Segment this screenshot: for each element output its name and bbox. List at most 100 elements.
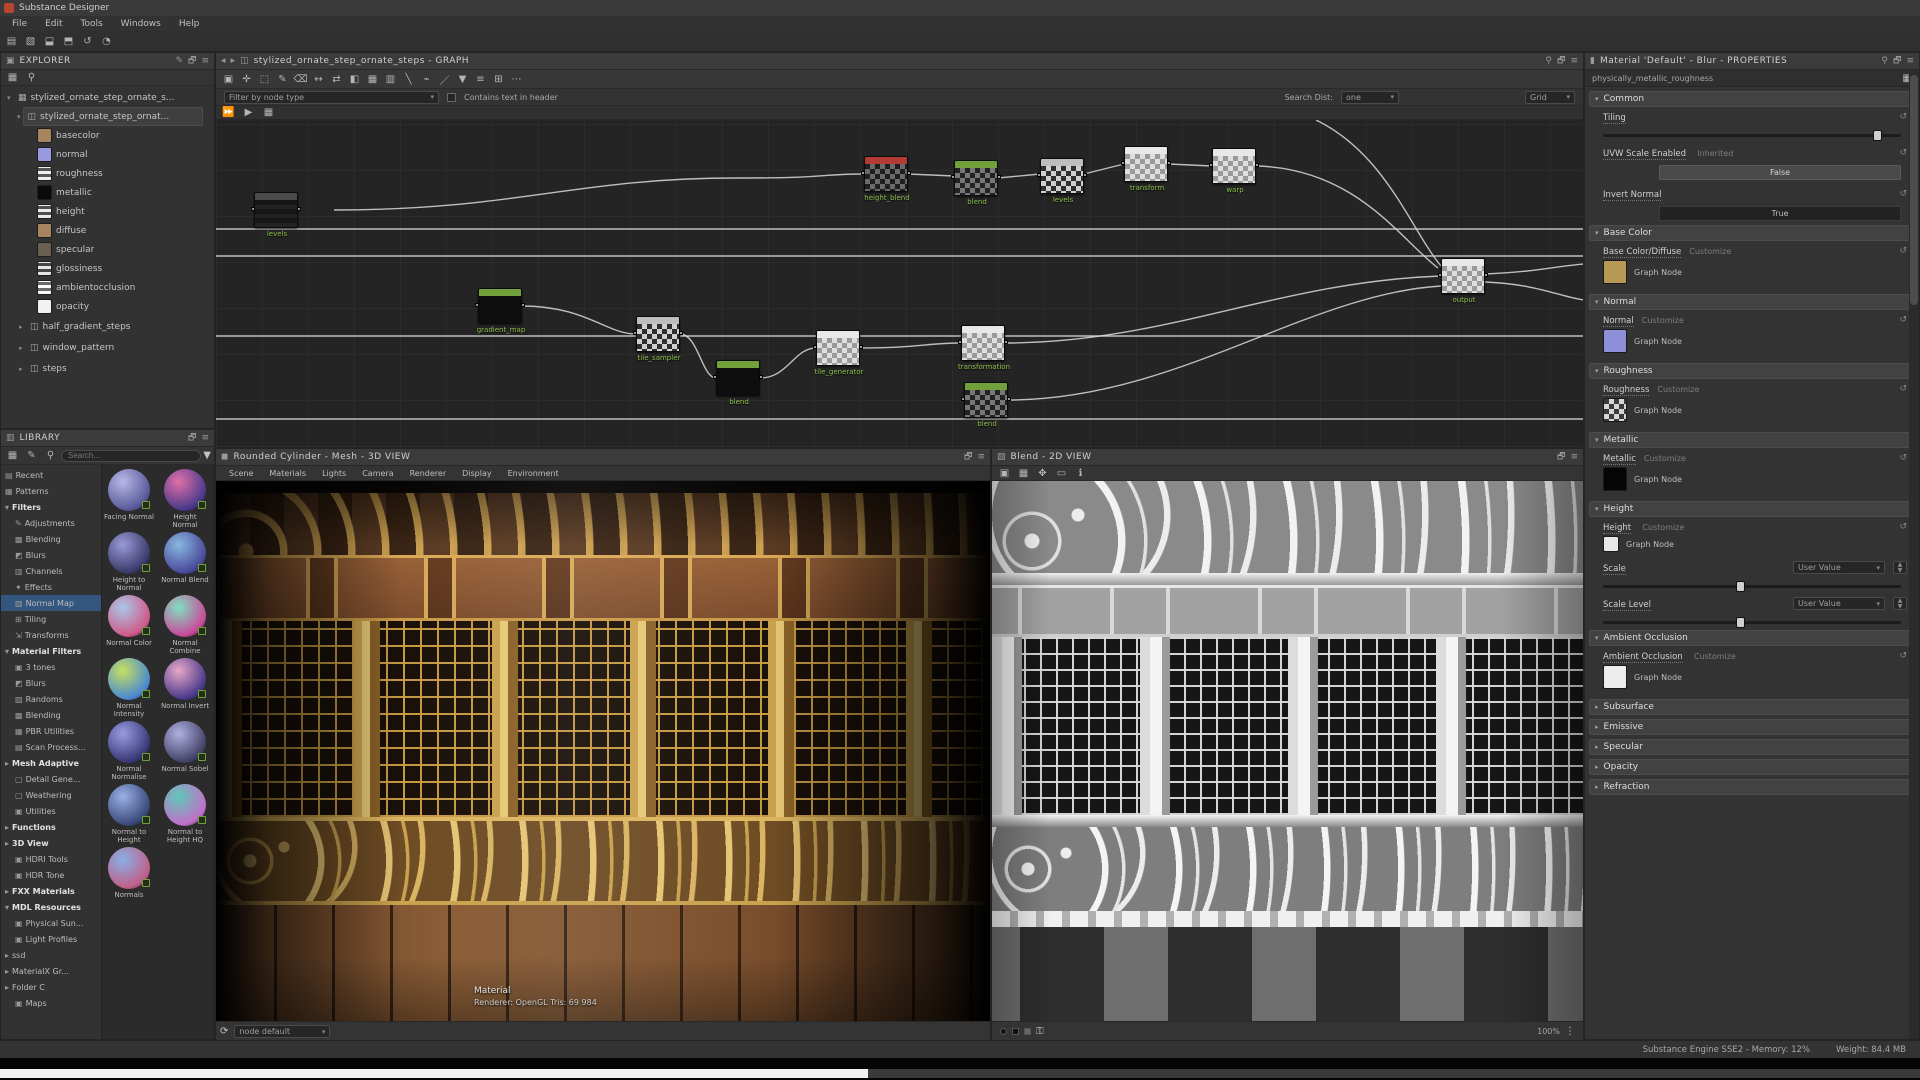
library-tree-item[interactable]: ▸MaterialX Gr...	[1, 963, 101, 979]
output-row[interactable]: specular	[3, 240, 214, 259]
link-icon[interactable]: ⚲	[23, 70, 40, 85]
library-tree-item[interactable]: ⇲Transforms	[1, 627, 101, 643]
dropdown-icon[interactable]: ▼	[454, 72, 471, 87]
library-tree-item[interactable]: ▣HDR Tone	[1, 867, 101, 883]
library-item[interactable]: Normals	[104, 847, 154, 908]
library-tree-item[interactable]: ▸Mesh Adaptive	[1, 755, 101, 771]
output-row[interactable]: diffuse	[3, 221, 214, 240]
library-tree-item[interactable]: ▤Recent	[1, 467, 101, 483]
float-panel-icon[interactable]: 🗗	[964, 449, 972, 465]
add-node-icon[interactable]: ✛	[238, 72, 255, 87]
channel-source[interactable]: Graph Node	[1634, 406, 1682, 415]
package-row[interactable]: ▾ ▦ stylized_ornate_step_ornate_s...	[3, 88, 214, 107]
library-item[interactable]: Facing Normal	[104, 469, 154, 530]
background-toggle[interactable]	[1012, 1028, 1019, 1035]
link-create-icon[interactable]: ╲	[400, 72, 417, 87]
library-item[interactable]: Normal to Height HQ	[160, 784, 210, 845]
scale-mode-select[interactable]: User Value▾	[1793, 561, 1885, 574]
frame-icon[interactable]: ⬚	[256, 72, 273, 87]
library-tree-item[interactable]: ▢Detail Gene...	[1, 771, 101, 787]
swap-icon[interactable]: ⇄	[328, 72, 345, 87]
height-scale-slider[interactable]	[1603, 585, 1901, 588]
edit-icon[interactable]: ✎	[175, 56, 183, 66]
help-icon[interactable]: ◔	[98, 34, 115, 49]
scale-stepper[interactable]: ▲▼	[1893, 561, 1907, 574]
snap-icon[interactable]: ◧	[346, 72, 363, 87]
menu-icon[interactable]: ≡	[977, 452, 985, 462]
view3d-menu-lights[interactable]: Lights	[315, 469, 353, 478]
menu-tools[interactable]: Tools	[73, 18, 111, 30]
library-tree-item[interactable]: ▸3D View	[1, 835, 101, 851]
channel-dot[interactable]	[1000, 1028, 1007, 1035]
level-stepper[interactable]: ▲▼	[1893, 597, 1907, 610]
menu-edit[interactable]: Edit	[37, 18, 70, 30]
graph-node-blend[interactable]: blend	[716, 360, 760, 396]
menu-file[interactable]: File	[4, 18, 35, 30]
category-icon[interactable]: ▦	[4, 448, 21, 463]
info-icon[interactable]: ℹ	[1072, 466, 1089, 481]
link-icon[interactable]: ⚲	[1881, 56, 1888, 66]
graph-row[interactable]: ▸◫half_gradient_steps	[3, 316, 214, 337]
channel-thumbnail[interactable]	[1603, 467, 1627, 491]
output-row[interactable]: roughness	[3, 164, 214, 183]
channel-source[interactable]: Graph Node	[1634, 337, 1682, 346]
section-emissive-header[interactable]: ▸Emissive	[1589, 719, 1915, 735]
library-tree-item[interactable]: ▨Normal Map	[1, 595, 101, 611]
menu-windows[interactable]: Windows	[113, 18, 169, 30]
more-icon[interactable]: ⋯	[508, 72, 525, 87]
graph-node-levels[interactable]: levels	[254, 192, 298, 228]
graph-node-blend[interactable]: blend	[964, 382, 1008, 418]
channel-thumbnail[interactable]	[1603, 329, 1627, 353]
ao-thumbnail[interactable]	[1603, 665, 1627, 689]
ruler-icon[interactable]: ▭	[1053, 466, 1070, 481]
node-type-filter[interactable]: Filter by node type▾	[224, 91, 439, 104]
revert-icon[interactable]: ↺	[1899, 315, 1907, 325]
delete-icon[interactable]: ⌫	[292, 72, 309, 87]
revert-icon[interactable]: ↺	[1899, 189, 1907, 199]
section-height-header[interactable]: ▾Height	[1589, 501, 1915, 517]
revert-icon[interactable]: ↺	[1899, 148, 1907, 158]
section-opacity-header[interactable]: ▸Opacity	[1589, 759, 1915, 775]
grid-toggle-2d[interactable]	[1024, 1028, 1031, 1035]
pen-link-icon[interactable]: ／	[436, 72, 453, 87]
graph-row[interactable]: ◫ stylized_ornate_step_ornat...	[23, 107, 203, 126]
default-node-select[interactable]: node default▾	[234, 1025, 330, 1038]
graph-node-levels[interactable]: levels	[1040, 158, 1084, 194]
library-tree-item[interactable]: ▧Randoms	[1, 691, 101, 707]
library-tree-item[interactable]: ▣HDRI Tools	[1, 851, 101, 867]
menu-icon[interactable]: ≡	[1570, 56, 1578, 66]
graph-node-output[interactable]: output	[1441, 258, 1485, 294]
library-tree-item[interactable]: ▦Patterns	[1, 483, 101, 499]
library-tree-item[interactable]: ▾Material Filters	[1, 643, 101, 659]
revert-icon[interactable]: ↺	[1899, 246, 1907, 256]
view3d-menu-renderer[interactable]: Renderer	[403, 469, 454, 478]
revert-icon[interactable]: ↺	[1899, 453, 1907, 463]
library-item[interactable]: Height to Normal	[104, 532, 154, 593]
height-thumbnail[interactable]	[1603, 536, 1619, 552]
more-icon[interactable]: ⋮	[1565, 1026, 1575, 1037]
new-package-icon[interactable]: ▦	[4, 70, 21, 85]
graph-node-height_blend[interactable]: height_blend	[864, 156, 908, 192]
video-progress-bar[interactable]	[0, 1069, 868, 1078]
library-tree-item[interactable]: ▩Blending	[1, 707, 101, 723]
library-item[interactable]: Normal Intensity	[104, 658, 154, 719]
save-all-icon[interactable]: ⬒	[60, 34, 77, 49]
link-icon[interactable]: ⚲	[1545, 56, 1552, 66]
filter-icon[interactable]: ▼	[203, 450, 211, 461]
output-row[interactable]: basecolor	[3, 126, 214, 145]
contains-text-checkbox[interactable]	[447, 93, 456, 102]
grid-icon[interactable]: ⊞	[490, 72, 507, 87]
view3d-menu-scene[interactable]: Scene	[222, 469, 260, 478]
revert-icon[interactable]: ↺	[1899, 522, 1907, 532]
library-tree-item[interactable]: ▣3 tones	[1, 659, 101, 675]
channel-source[interactable]: Graph Node	[1634, 475, 1682, 484]
float-panel-icon[interactable]: 🗗	[1557, 53, 1565, 69]
library-item[interactable]: Normal Blend	[160, 532, 210, 593]
library-tree-item[interactable]: ✎Adjustments	[1, 515, 101, 531]
revert-icon[interactable]: ↺	[1899, 384, 1907, 394]
output-row[interactable]: glossiness	[3, 259, 214, 278]
menu-help[interactable]: Help	[171, 18, 208, 30]
library-tree-item[interactable]: ▩Blending	[1, 531, 101, 547]
float-panel-icon[interactable]: 🗗	[188, 430, 196, 446]
library-item[interactable]: Normal Color	[104, 595, 154, 656]
